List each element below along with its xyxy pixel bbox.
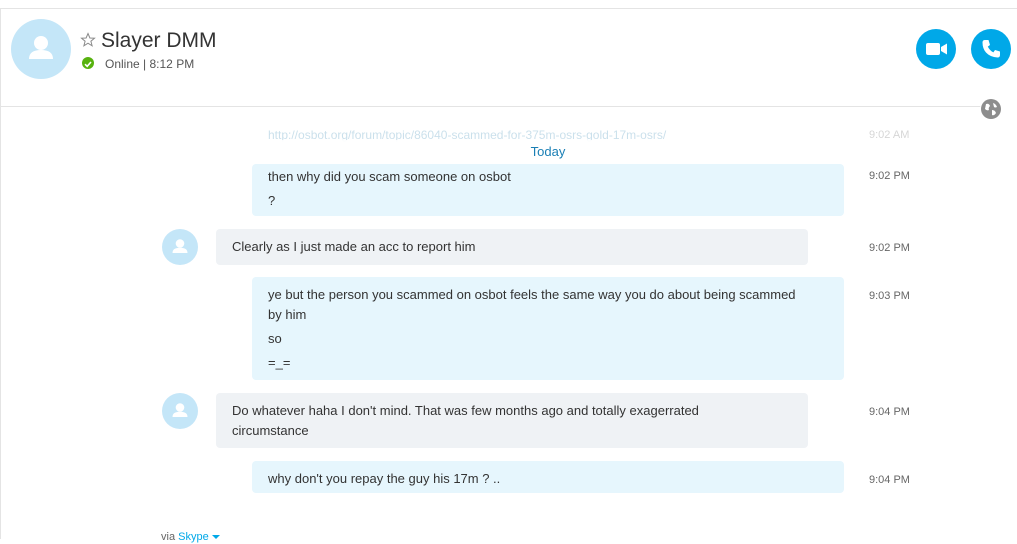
message-line: then why did you scam someone on osbot bbox=[268, 169, 511, 184]
message-time: 9:03 PM bbox=[869, 290, 910, 302]
contact-avatar-small[interactable] bbox=[162, 229, 198, 265]
message-time: 9:02 PM bbox=[869, 242, 910, 254]
status-separator: | bbox=[143, 57, 147, 71]
contact-avatar[interactable] bbox=[11, 19, 71, 79]
video-call-button[interactable] bbox=[916, 29, 956, 69]
local-time: 8:12 PM bbox=[149, 57, 195, 71]
header-divider bbox=[0, 106, 1000, 107]
top-border bbox=[0, 8, 1017, 9]
video-camera-icon bbox=[926, 43, 947, 55]
status-label: Online bbox=[105, 57, 140, 71]
message-time: 9:04 PM bbox=[869, 406, 910, 418]
faded-message-time: 9:02 AM bbox=[869, 129, 910, 141]
message-time: 9:02 PM bbox=[869, 170, 910, 182]
left-border bbox=[0, 8, 1, 539]
person-icon bbox=[172, 403, 188, 417]
message-line: ye but the person you scammed on osbot f… bbox=[268, 287, 796, 322]
outgoing-message[interactable]: then why did you scam someone on osbot ? bbox=[252, 164, 844, 216]
status-line: Online | 8:12 PM bbox=[105, 57, 194, 71]
person-icon bbox=[29, 36, 53, 59]
message-time: 9:04 PM bbox=[869, 474, 910, 486]
date-divider-label: Today bbox=[530, 144, 566, 159]
message-line: =_= bbox=[268, 355, 291, 370]
outgoing-message[interactable]: ye but the person you scammed on osbot f… bbox=[252, 277, 844, 380]
message-line: Clearly as I just made an acc to report … bbox=[232, 239, 476, 254]
via-service: via Skype bbox=[161, 530, 220, 544]
contact-name[interactable]: Slayer DMM bbox=[101, 29, 217, 53]
globe-icon[interactable] bbox=[980, 98, 1002, 120]
date-divider: Today bbox=[252, 140, 844, 164]
audio-call-button[interactable] bbox=[971, 29, 1011, 69]
message-line: ? bbox=[268, 193, 276, 208]
outgoing-message[interactable]: why don't you repay the guy his 17m ? .. bbox=[252, 461, 844, 493]
person-icon bbox=[172, 239, 188, 253]
phone-icon bbox=[982, 40, 1000, 58]
service-selector[interactable]: Skype bbox=[178, 531, 209, 543]
message-line: so bbox=[268, 331, 282, 346]
incoming-message[interactable]: Clearly as I just made an acc to report … bbox=[216, 229, 808, 265]
message-line: why don't you repay the guy his 17m ? .. bbox=[268, 471, 501, 486]
online-check-icon bbox=[82, 57, 94, 69]
incoming-message[interactable]: Do whatever haha I don't mind. That was … bbox=[216, 393, 808, 448]
chevron-down-icon[interactable] bbox=[211, 535, 220, 540]
favorite-star-icon[interactable] bbox=[80, 32, 96, 48]
via-label: via bbox=[161, 531, 176, 543]
message-line: Do whatever haha I don't mind. That was … bbox=[232, 403, 699, 438]
contact-avatar-small[interactable] bbox=[162, 393, 198, 429]
